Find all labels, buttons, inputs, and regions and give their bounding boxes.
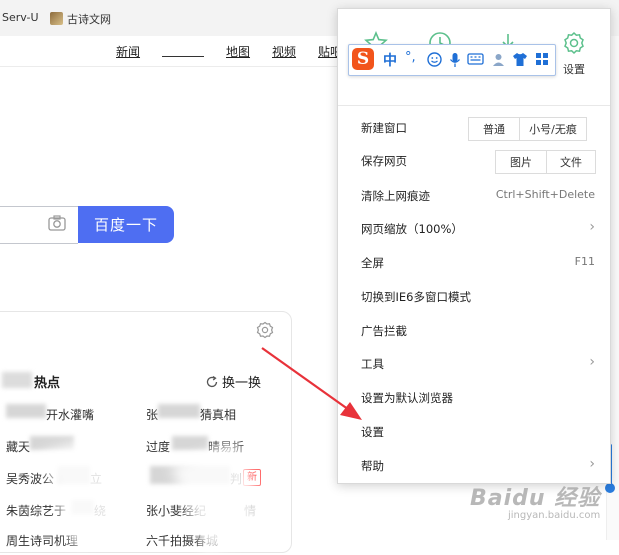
menu-settings-label: 设置 [361, 425, 384, 439]
menu-settings[interactable]: 设置 [361, 421, 601, 441]
new-window-options: 普通 小号/无痕 [468, 117, 587, 141]
nav-hidden-link[interactable] [162, 56, 204, 57]
nav-news-link[interactable]: 新闻 [116, 43, 140, 60]
menu-clear-history[interactable]: 清除上网痕迹 Ctrl+Shift+Delete [361, 185, 601, 205]
menu-tools[interactable]: 工具 › [361, 353, 601, 373]
save-as-file-button[interactable]: 文件 [547, 150, 596, 174]
blur-patch [172, 436, 208, 450]
new-window-normal-button[interactable]: 普通 [468, 117, 520, 141]
gear-icon [564, 31, 584, 55]
menu-save-page[interactable]: 保存网页 图片 文件 [361, 150, 601, 174]
watermark-sub: jingyan.baidu.com [508, 510, 601, 521]
menu-zoom[interactable]: 网页缩放（100%） › [361, 218, 601, 238]
clear-history-shortcut: Ctrl+Shift+Delete [495, 188, 595, 201]
menu-new-window[interactable]: 新建窗口 普通 小号/无痕 [361, 117, 601, 141]
hot-item[interactable]: 过度 [146, 438, 170, 455]
emoji-icon[interactable] [427, 52, 442, 67]
chevron-right-icon: › [589, 219, 595, 235]
menu-help[interactable]: 帮助 › [361, 455, 601, 475]
hot-item[interactable]: 藏天 [6, 438, 30, 455]
menu-save-page-label: 保存网页 [361, 154, 407, 168]
hot-item[interactable]: 周生诗司机理 [6, 532, 78, 549]
menu-ie6-label: 切换到IE6多窗口模式 [361, 290, 471, 304]
hot-title-blurred [2, 372, 32, 388]
menu-default-browser-label: 设置为默认浏览器 [361, 391, 453, 405]
menu-default-browser[interactable]: 设置为默认浏览器 [361, 387, 601, 407]
chevron-right-icon: › [589, 456, 595, 472]
skin-user-icon[interactable] [491, 52, 506, 67]
search-input[interactable] [0, 206, 78, 244]
menu-tools-label: 工具 [361, 357, 384, 371]
baidu-jingyan-watermark: Baidu 经验 jingyan.baidu.com [470, 480, 601, 521]
fullscreen-shortcut: F11 [574, 255, 595, 268]
tshirt-icon[interactable] [512, 52, 528, 67]
chevron-right-icon: › [589, 354, 595, 370]
menu-clear-history-label: 清除上网痕迹 [361, 189, 430, 203]
nav-map-link[interactable]: 地图 [226, 43, 250, 60]
hot-title: 热点 [34, 376, 61, 391]
menu-ie6-mode[interactable]: 切换到IE6多窗口模式 [361, 286, 601, 306]
ime-punct-toggle[interactable]: °, [405, 50, 416, 65]
baidu-search-button[interactable]: 百度一下 [78, 206, 174, 243]
hot-item[interactable]: 开水灌嘴 [46, 406, 94, 423]
blur-patch [158, 404, 200, 418]
hot-settings-gear-icon[interactable] [256, 321, 274, 339]
hot-item[interactable]: 吴秀波公 [6, 470, 54, 487]
save-as-image-button[interactable]: 图片 [495, 150, 547, 174]
blur-patch [6, 404, 46, 418]
hot-item[interactable]: 朱茵综艺于 [6, 502, 66, 519]
refresh-label: 换一换 [222, 376, 262, 391]
watermark-main: Baidu 经验 [470, 486, 601, 511]
menu-adblock[interactable]: 广告拦截 [361, 320, 601, 340]
scrollbar-handle[interactable] [605, 483, 615, 493]
sogou-logo-icon[interactable]: S [352, 48, 374, 70]
keyboard-icon[interactable] [467, 52, 484, 66]
menu-fullscreen-label: 全屏 [361, 256, 384, 270]
gushiwen-favicon-icon [50, 12, 63, 25]
bookmark-gushiwen[interactable]: 古诗文网 [67, 11, 111, 27]
browser-main-menu: 收藏 历史 下载 设置 新建窗口 普通 小号/无痕 [337, 8, 611, 484]
save-page-options: 图片 文件 [495, 150, 596, 174]
toolbox-grid-icon[interactable] [535, 52, 549, 66]
refresh-icon [206, 375, 218, 387]
camera-icon[interactable] [48, 215, 66, 231]
menu-fullscreen[interactable]: 全屏 F11 [361, 252, 601, 272]
ime-mode-toggle[interactable]: 中 [383, 50, 397, 70]
menu-help-label: 帮助 [361, 459, 384, 473]
hot-item[interactable]: 张 [146, 406, 158, 423]
bookmark-serv-u[interactable]: Serv-U [2, 11, 39, 24]
menu-new-window-label: 新建窗口 [361, 121, 407, 135]
hot-item[interactable]: 猜真相 [200, 406, 236, 423]
menu-zoom-label: 网页缩放（100%） [361, 222, 463, 236]
microphone-icon[interactable] [449, 52, 461, 68]
menu-adblock-label: 广告拦截 [361, 324, 407, 338]
refresh-button[interactable]: 换一换 [205, 372, 261, 391]
new-window-private-button[interactable]: 小号/无痕 [520, 117, 587, 141]
nav-video-link[interactable]: 视频 [272, 43, 296, 60]
sogou-ime-toolbar[interactable]: S 中 °, [348, 44, 556, 76]
